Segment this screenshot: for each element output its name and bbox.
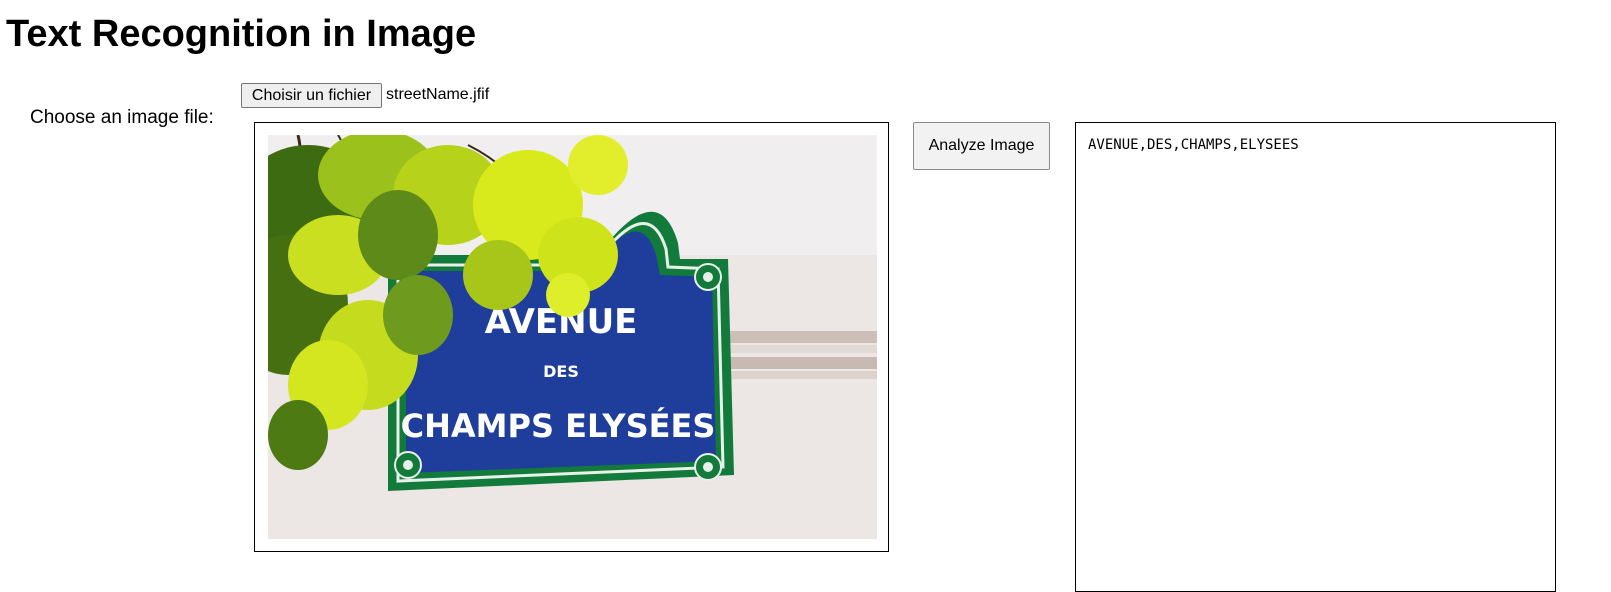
file-input-label: Choose an image file: (30, 107, 214, 128)
selected-file-name: streetName.jfif (386, 86, 490, 103)
sign-text-champs-elysees: CHAMPS ELYSÉES (401, 407, 716, 445)
street-sign-image: AVENUE DES CHAMPS ELYSÉES (268, 135, 877, 539)
analyze-image-button[interactable]: Analyze Image (913, 122, 1050, 170)
image-preview-frame: AVENUE DES CHAMPS ELYSÉES (254, 122, 889, 552)
choose-file-button[interactable]: Choisir un fichier (241, 83, 382, 108)
sign-text-des: DES (543, 362, 579, 381)
recognition-result-textarea[interactable]: AVENUE,DES,CHAMPS,ELYSEES (1075, 122, 1556, 592)
page-title: Text Recognition in Image (6, 13, 477, 55)
